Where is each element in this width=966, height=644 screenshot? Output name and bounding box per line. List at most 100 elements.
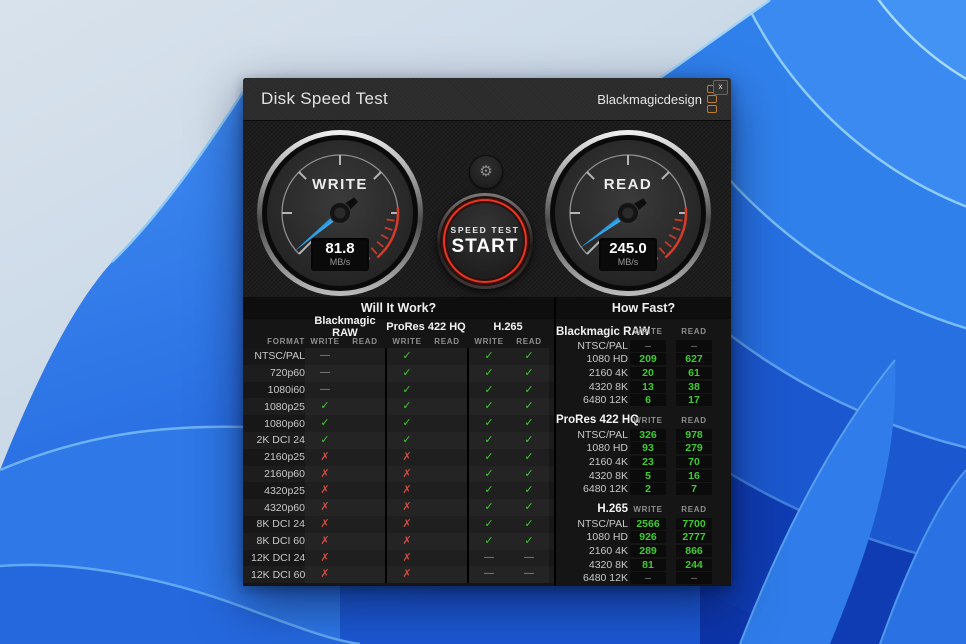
format-label: 4320 8K [556,470,628,482]
codec-section: H.265WRITEREADNTSC/PAL256677001080 HD926… [556,502,731,585]
cross-icon: ✗ [305,550,345,567]
dash-icon: — [509,550,549,567]
speed-value: 279 [676,442,712,454]
speed-value: 326 [630,429,666,441]
empty-cell [427,499,467,516]
check-icon: ✓ [509,382,549,399]
format-label: 12K DCI 24 [251,552,305,564]
column-header: WRITE [630,505,666,514]
format-label: 1080p25 [251,401,305,413]
format-column-header: FORMAT [251,337,305,346]
check-icon: ✓ [467,449,509,466]
check-icon: ✓ [467,365,509,382]
dash-icon: — [305,382,345,399]
cross-icon: ✗ [305,533,345,550]
table-row: 4320p60✗✗✓✓ [243,499,554,516]
empty-cell [427,516,467,533]
check-icon: ✓ [467,466,509,483]
group-header: H.265 [467,321,549,333]
check-icon: ✓ [509,516,549,533]
table-row: 6480 12K617 [556,393,731,407]
cross-icon: ✗ [385,516,427,533]
format-label: 2160 4K [556,367,628,379]
write-gauge-dial [255,128,425,298]
dash-icon: — [509,566,549,583]
empty-cell [427,398,467,415]
speed-value: 20 [630,367,666,379]
empty-cell [427,415,467,432]
check-icon: ✓ [467,432,509,449]
cross-icon: ✗ [385,533,427,550]
column-header: READ [676,416,712,425]
cross-icon: ✗ [385,466,427,483]
speed-value: 209 [630,353,666,365]
wiw-body: NTSC/PAL—✓✓✓720p60—✓✓✓1080i60—✓✓✓1080p25… [243,348,554,583]
table-row: 8K DCI 24✗✗✓✓ [243,516,554,533]
table-row: 6480 12K–– [556,571,731,585]
check-icon: ✓ [467,415,509,432]
table-row: 2160 4K2061 [556,366,731,380]
read-column-header: READ [427,337,467,346]
cross-icon: ✗ [305,566,345,583]
check-icon: ✓ [509,365,549,382]
speed-value: 244 [676,559,712,571]
table-row: 12K DCI 60✗✗—— [243,566,554,583]
cross-icon: ✗ [305,449,345,466]
empty-cell [427,449,467,466]
brand-name: Blackmagicdesign [597,92,702,107]
format-label: 1080i60 [251,384,305,396]
format-label: 4320 8K [556,559,628,571]
column-header: WRITE [630,416,666,425]
check-icon: ✓ [467,348,509,365]
format-label: 1080 HD [556,353,628,365]
close-button[interactable]: x [713,80,728,95]
will-it-work-title: Will It Work? [243,297,554,319]
table-row: 720p60—✓✓✓ [243,365,554,382]
empty-cell [427,482,467,499]
format-label: 720p60 [251,367,305,379]
empty-cell [427,348,467,365]
check-icon: ✓ [509,482,549,499]
empty-cell [345,449,385,466]
speed-value: 16 [676,470,712,482]
check-icon: ✓ [509,449,549,466]
table-row: 2160p60✗✗✓✓ [243,466,554,483]
empty-cell [345,348,385,365]
speed-value: 2566 [630,518,666,530]
format-label: NTSC/PAL [556,518,628,530]
dash-icon: — [305,348,345,365]
dash-icon: — [467,550,509,567]
cross-icon: ✗ [385,482,427,499]
disk-speed-test-window: x Disk Speed Test Blackmagicdesign [243,78,731,585]
cross-icon: ✗ [385,449,427,466]
check-icon: ✓ [305,398,345,415]
codec-section: ProRes 422 HQWRITEREADNTSC/PAL3269781080… [556,413,731,496]
table-row: 12K DCI 24✗✗—— [243,550,554,567]
check-icon: ✓ [467,482,509,499]
table-row: NTSC/PAL—✓✓✓ [243,348,554,365]
cross-icon: ✗ [385,499,427,516]
check-icon: ✓ [385,398,427,415]
format-label: 6480 12K [556,572,628,584]
speed-value: 2 [630,483,666,495]
window-title: Disk Speed Test [261,89,388,109]
speed-value: 93 [630,442,666,454]
speed-value: 23 [630,456,666,468]
speed-value: 2777 [676,531,712,543]
table-row: NTSC/PAL326978 [556,428,731,442]
check-icon: ✓ [509,415,549,432]
how-fast-title: How Fast? [556,297,731,319]
read-column-header: READ [345,337,385,346]
format-label: 2160p25 [251,451,305,463]
speed-test-start-button[interactable]: SPEED TEST START [437,193,533,289]
format-label: NTSC/PAL [251,350,305,362]
codec-section: Blackmagic RAWWRITEREADNTSC/PAL––1080 HD… [556,324,731,407]
table-row: 8K DCI 60✗✗✓✓ [243,533,554,550]
empty-cell [427,466,467,483]
section-header: ProRes 422 HQWRITEREAD [556,413,731,428]
table-row: 4320 8K516 [556,469,731,483]
speed-value: 17 [676,394,712,406]
title-bar: Disk Speed Test Blackmagicdesign [243,78,731,121]
empty-cell [427,382,467,399]
settings-gear-button[interactable]: ⚙ [469,155,503,189]
